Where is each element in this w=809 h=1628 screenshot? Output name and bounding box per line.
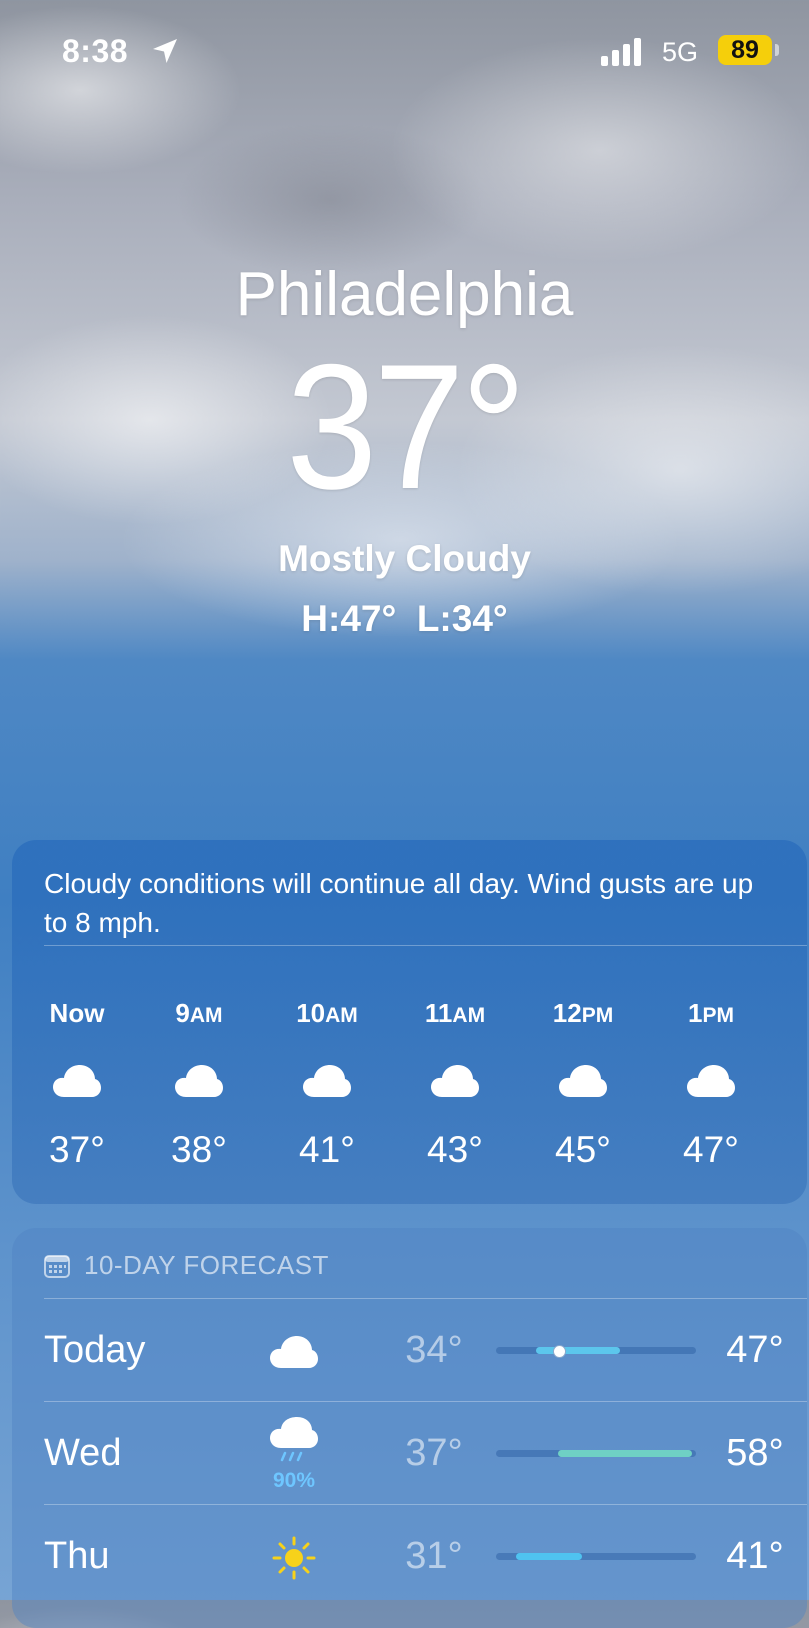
cloud-icon xyxy=(518,1051,648,1111)
forecast-high: 41° xyxy=(726,1535,784,1577)
forecast-low: 31° xyxy=(405,1535,463,1577)
cellular-signal-icon xyxy=(601,38,641,66)
precip-chance: 90% xyxy=(272,1468,316,1492)
cloud-icon xyxy=(254,1309,334,1394)
hourly-item: Now 37° xyxy=(12,995,142,1171)
hourly-item: 1PM 47° xyxy=(646,995,776,1171)
hour-temperature: 45° xyxy=(555,1129,611,1170)
hour-temperature: 47° xyxy=(683,1129,739,1170)
current-weather: Philadelphia 37° Mostly Cloudy H:47° L:3… xyxy=(0,255,809,641)
cloud-icon xyxy=(262,1051,392,1111)
hourly-forecast-card[interactable]: Cloudy conditions will continue all day.… xyxy=(12,840,807,1204)
cloud-rain-icon: 90% xyxy=(254,1412,334,1497)
forecast-low: 37° xyxy=(405,1432,463,1474)
cloud-icon xyxy=(12,1051,142,1111)
forecast-day: Today xyxy=(44,1329,146,1371)
hour-time: 11AM xyxy=(424,998,486,1028)
current-condition: Mostly Cloudy xyxy=(278,538,531,579)
forecast-high: 47° xyxy=(726,1329,784,1371)
sun-icon xyxy=(254,1515,334,1600)
cloud-icon xyxy=(646,1051,776,1111)
cloud-icon xyxy=(390,1051,520,1111)
forecast-day: Thu xyxy=(44,1535,110,1577)
city-name: Philadelphia xyxy=(235,260,574,329)
calendar-icon xyxy=(44,1254,70,1278)
forecast-row[interactable]: Wed 90% 37° 58° xyxy=(44,1402,807,1505)
weather-summary: Cloudy conditions will continue all day.… xyxy=(44,868,754,938)
forecast-day: Wed xyxy=(44,1432,122,1474)
hour-temperature: 41° xyxy=(299,1129,355,1170)
forecast-low: 34° xyxy=(405,1329,463,1371)
hour-temperature: 43° xyxy=(427,1129,483,1170)
battery-level: 89 xyxy=(731,36,759,64)
forecast-row[interactable]: Today 34° 47° xyxy=(44,1299,807,1402)
battery-icon: 89 xyxy=(718,35,779,67)
high-low: H:47° L:34° xyxy=(301,598,508,639)
current-temp-dot xyxy=(553,1345,566,1358)
network-type: 5G xyxy=(662,37,699,67)
current-temperature: 37° xyxy=(286,327,526,526)
forecast-title: 10-DAY FORECAST xyxy=(84,1250,329,1280)
hourly-item: 12PM 45° xyxy=(518,995,648,1171)
hour-time: Now xyxy=(49,998,105,1028)
hour-time: 1PM xyxy=(688,998,734,1028)
hourly-item: 9AM 38° xyxy=(134,995,264,1171)
hour-time: 9AM xyxy=(175,998,223,1028)
forecast-header: 10-DAY FORECAST xyxy=(44,1250,329,1281)
temperature-range-bar xyxy=(496,1345,696,1358)
forecast-high: 58° xyxy=(726,1432,784,1474)
cloud-icon xyxy=(134,1051,264,1111)
forecast-row[interactable]: Thu 31° 41° xyxy=(44,1505,807,1608)
temperature-range-fill xyxy=(558,1450,692,1457)
temperature-range-bar xyxy=(496,1553,696,1560)
hourly-list[interactable]: Now 37° 9AM 38° 10AM 41° 11AM 43° 12PM 45° 1PM 47° xyxy=(12,995,807,1185)
temperature-range-fill xyxy=(516,1553,582,1560)
location-arrow-icon xyxy=(153,39,177,63)
hour-time: 10AM xyxy=(296,998,358,1028)
hourly-item: 10AM 41° xyxy=(262,995,392,1171)
temperature-range-fill xyxy=(536,1347,620,1354)
divider xyxy=(44,945,807,946)
hour-temperature: 37° xyxy=(49,1129,105,1170)
temperature-range-bar xyxy=(496,1450,696,1457)
hour-time: 12PM xyxy=(552,998,614,1028)
status-bar: 8:38 5G 89 xyxy=(0,0,809,110)
hour-temperature: 38° xyxy=(171,1129,227,1170)
hourly-item: 11AM 43° xyxy=(390,995,520,1171)
ten-day-forecast-card[interactable]: 10-DAY FORECAST Today 34° 47° Wed 90% 37° 58° T… xyxy=(12,1228,807,1628)
status-time: 8:38 xyxy=(62,33,129,69)
